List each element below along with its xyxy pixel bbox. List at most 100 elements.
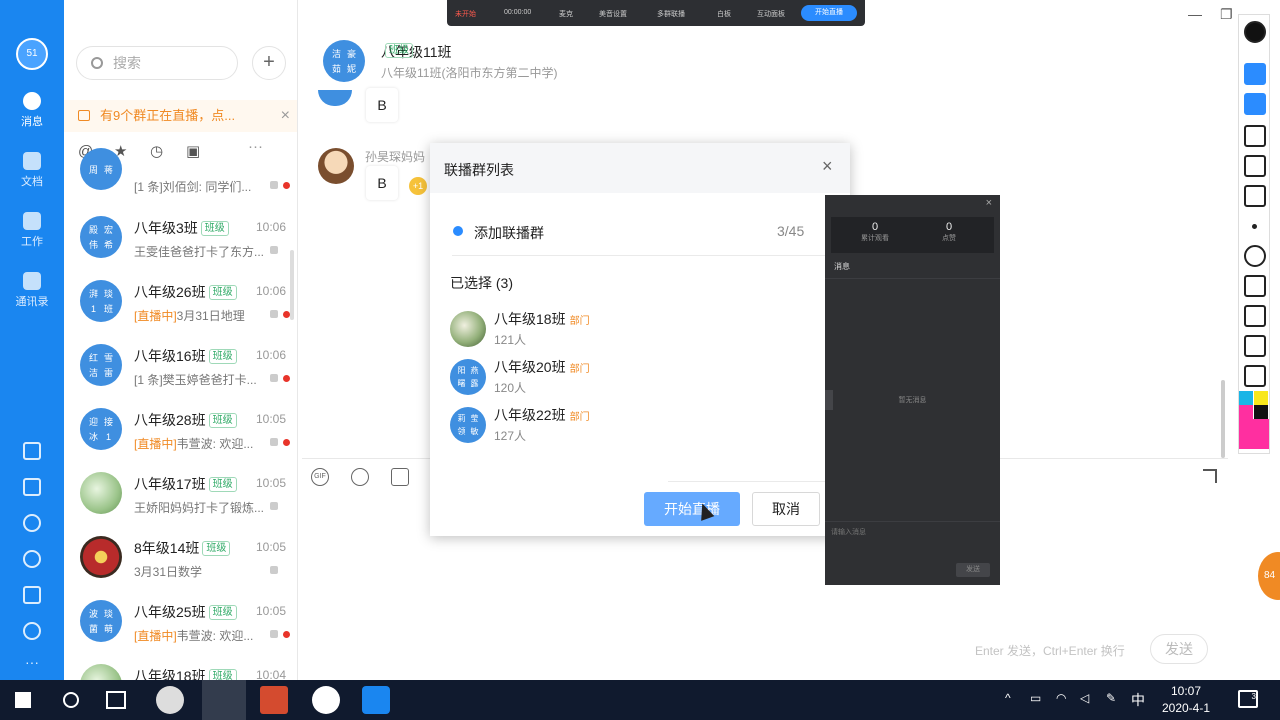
minimize-button[interactable]: —: [1188, 6, 1202, 22]
message-bubble[interactable]: B: [366, 166, 398, 200]
close-icon[interactable]: ×: [281, 100, 290, 132]
list-item[interactable]: 周蒋 [1 条]刘佰剑: 同学们...: [64, 148, 297, 208]
rail-item-docs[interactable]: 文档: [0, 152, 64, 189]
conv-preview: 王雯佳爸爸打卡了东方...: [134, 245, 265, 259]
selected-group[interactable]: 八年级18班 部门 121人: [450, 309, 830, 353]
live-banner[interactable]: 有9个群正在直播，点... ×: [64, 100, 297, 132]
calendar-app-icon[interactable]: [362, 686, 390, 714]
chat-scrollbar[interactable]: [1221, 380, 1225, 458]
mic-button[interactable]: 麦克: [559, 9, 573, 19]
add-group-button[interactable]: 添加联播群: [474, 223, 544, 243]
volume-icon[interactable]: ◁: [1080, 691, 1089, 705]
list-item[interactable]: 殿宏伟希 八年级3班 班级 10:06 王雯佳爸爸打卡了东方...: [64, 206, 297, 270]
more-icon[interactable]: ···: [248, 138, 284, 155]
dingtalk-app-icon[interactable]: [202, 680, 246, 720]
start-live-button[interactable]: 开始直播: [644, 492, 740, 526]
chat-avatar[interactable]: 洁豪茹妮: [323, 40, 365, 82]
pen-tray-icon[interactable]: ✎: [1106, 691, 1116, 705]
board-icon[interactable]: [1244, 305, 1266, 327]
wifi-icon[interactable]: ◠: [1056, 691, 1066, 705]
like-icon[interactable]: [391, 468, 409, 486]
cancel-button[interactable]: 取消: [752, 492, 820, 526]
list-item[interactable]: 8年级14班 班级 10:05 3月31日数学: [64, 526, 297, 590]
cortana-icon[interactable]: [63, 692, 79, 708]
color-yellow[interactable]: [1254, 391, 1268, 405]
color-cyan[interactable]: [1239, 391, 1253, 405]
pin-icon[interactable]: [1244, 21, 1266, 43]
powerpoint-icon[interactable]: [260, 686, 288, 714]
archive-icon[interactable]: ▣: [186, 142, 222, 160]
app-icon[interactable]: [156, 686, 184, 714]
sender-avatar[interactable]: [318, 148, 354, 184]
plus-one-badge[interactable]: +1: [409, 177, 427, 195]
start-live-button[interactable]: 开始直播: [801, 5, 857, 21]
conv-time: 10:06: [255, 284, 286, 298]
close-icon[interactable]: ×: [822, 156, 833, 177]
audio-settings-button[interactable]: 美音设置: [599, 9, 627, 19]
conv-preview: [1 条]樊玉婷爸爸打卡...: [134, 373, 257, 387]
add-icon[interactable]: [453, 226, 463, 236]
todo-icon[interactable]: [23, 478, 41, 496]
phone-icon[interactable]: [23, 550, 41, 568]
list-item[interactable]: 湃琰1班 八年级26班 班级 10:06 [直播中]3月31日地理: [64, 270, 297, 334]
add-button[interactable]: +: [252, 46, 286, 80]
camera-icon[interactable]: [1244, 335, 1266, 357]
clock-icon[interactable]: ◷: [150, 142, 186, 160]
multi-group-button[interactable]: 多群联播: [657, 9, 685, 19]
current-color[interactable]: [1239, 419, 1269, 449]
tray-up-icon[interactable]: ^: [1005, 691, 1011, 705]
notification-icon[interactable]: 3: [1238, 690, 1258, 708]
pen-app-icon[interactable]: [312, 686, 340, 714]
flash-icon[interactable]: [23, 514, 41, 532]
messages-tab[interactable]: 消息: [834, 261, 850, 272]
emoji-icon[interactable]: [351, 468, 369, 486]
send-button[interactable]: 发送: [956, 563, 990, 577]
trash-icon[interactable]: [1244, 275, 1266, 297]
list-item[interactable]: 迎接冰1 八年级28班 班级 10:05 [直播中]韦萱波: 欢迎...: [64, 398, 297, 462]
more-icon[interactable]: ···: [0, 654, 64, 670]
clipboard-icon[interactable]: [1244, 365, 1266, 387]
pointer-icon[interactable]: [1244, 93, 1266, 115]
ime-indicator[interactable]: 中: [1131, 690, 1145, 710]
calendar-icon[interactable]: [23, 442, 41, 460]
list-item[interactable]: 红雪洁雷 八年级16班 班级 10:06 [1 条]樊玉婷爸爸打卡...: [64, 334, 297, 398]
task-view-icon[interactable]: [106, 691, 126, 709]
list-item[interactable]: 八年级18班 班级 10:04: [64, 654, 297, 680]
message-input[interactable]: 请输入消息: [831, 527, 866, 537]
pen-icon[interactable]: [1244, 155, 1266, 177]
eye-icon[interactable]: [1244, 63, 1266, 85]
gif-icon[interactable]: GIF: [311, 468, 329, 486]
list-item[interactable]: 八年级17班 班级 10:05 王娇阳妈妈打卡了锻炼...: [64, 462, 297, 526]
marker-icon[interactable]: [1244, 125, 1266, 147]
search-input[interactable]: 搜索: [76, 46, 238, 80]
clock[interactable]: 10:07 2020-4-1: [1150, 683, 1222, 717]
rail-item-messages[interactable]: 消息: [0, 92, 64, 129]
selected-group[interactable]: 阳燕曙露 八年级20班 部门 120人: [450, 357, 830, 401]
brush-size-dot[interactable]: [1252, 224, 1257, 229]
floating-badge[interactable]: 84: [1258, 552, 1280, 600]
apps-icon: [23, 212, 41, 230]
undo-icon[interactable]: [1244, 245, 1266, 267]
sender-avatar[interactable]: [318, 90, 352, 106]
puzzle-icon[interactable]: [23, 622, 41, 640]
eraser-icon[interactable]: [1244, 185, 1266, 207]
whiteboard-button[interactable]: 白板: [717, 9, 731, 19]
message-bubble[interactable]: B: [366, 88, 398, 122]
battery-icon[interactable]: ▭: [1030, 691, 1041, 705]
send-button[interactable]: 发送: [1150, 634, 1208, 664]
rail-item-contacts[interactable]: 通讯录: [0, 272, 64, 309]
rail-item-work[interactable]: 工作: [0, 212, 64, 249]
close-icon[interactable]: ×: [986, 197, 992, 209]
list-scrollbar[interactable]: [290, 250, 294, 320]
restore-button[interactable]: ❐: [1220, 6, 1233, 23]
color-magenta[interactable]: [1239, 405, 1253, 419]
selected-group[interactable]: 莉莹领敏 八年级22班 部门 127人: [450, 405, 830, 449]
list-item[interactable]: 波琰菌萌 八年级25班 班级 10:05 [直播中]韦萱波: 欢迎...: [64, 590, 297, 654]
star-icon[interactable]: ★: [114, 142, 150, 160]
windows-start-icon[interactable]: [15, 692, 31, 708]
color-black[interactable]: [1254, 405, 1268, 419]
user-avatar[interactable]: 51: [16, 38, 48, 70]
expand-icon[interactable]: [1203, 469, 1217, 483]
mail-icon[interactable]: [23, 586, 41, 604]
interact-panel-button[interactable]: 互动面板: [757, 9, 785, 19]
